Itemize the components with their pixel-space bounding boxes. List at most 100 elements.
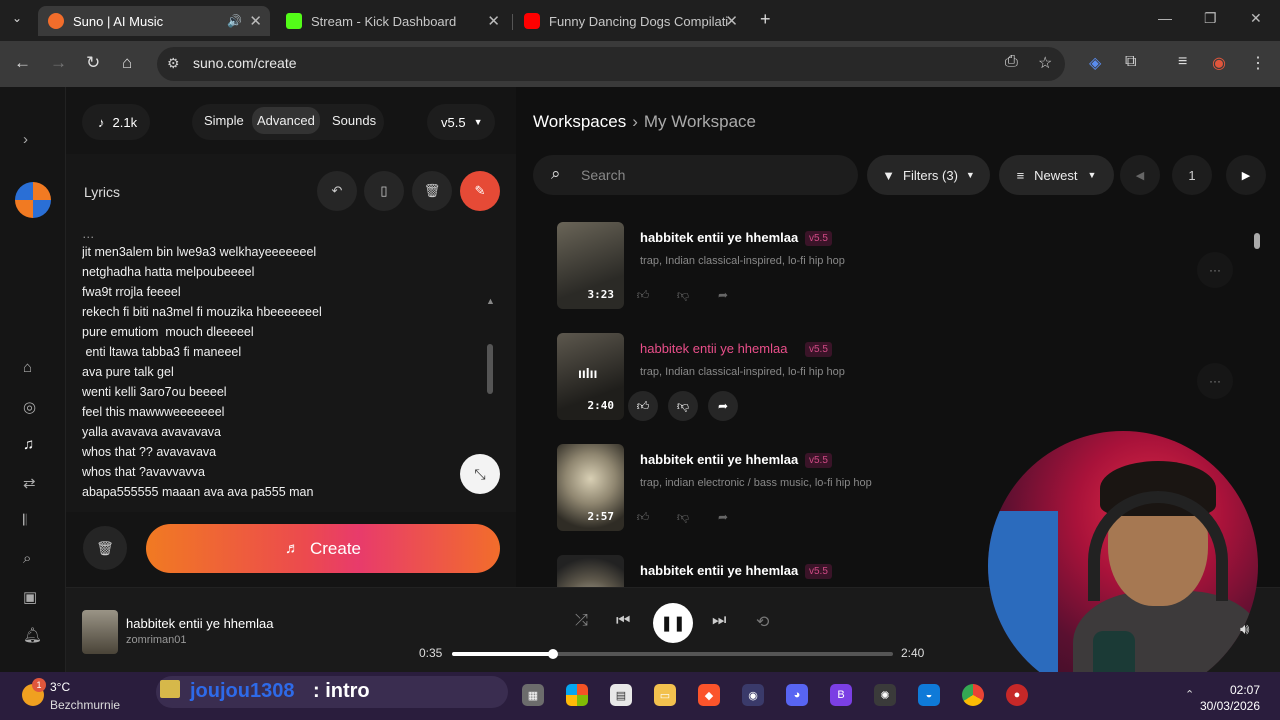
song-cover[interactable]: 2:57 (557, 444, 624, 531)
lyrics-textarea[interactable]: … jit men3alem bin lwe9a3 welkhayeeeeeee… (82, 234, 462, 499)
studio-nav-icon[interactable]: ⇄ (23, 474, 36, 492)
file-explorer-icon[interactable]: ▭ (654, 684, 676, 706)
tray-chevron-icon[interactable]: ⌃ (1185, 688, 1194, 701)
inbox-nav-icon[interactable]: ▣ (23, 588, 37, 606)
generate-lyrics-button[interactable]: ✎ (460, 171, 500, 211)
mode-advanced[interactable]: Advanced (252, 107, 320, 134)
back-icon[interactable]: ← (14, 53, 31, 73)
brave-icon[interactable]: ◆ (698, 684, 720, 706)
share-icon[interactable]: ➦ (708, 280, 738, 310)
lyrics-scrollbar[interactable] (487, 344, 493, 394)
minimize-icon[interactable]: — (1158, 10, 1172, 26)
extensions-puzzle-icon[interactable]: ⧉ (1125, 53, 1136, 71)
pause-button[interactable]: ❚❚ (653, 603, 693, 643)
now-playing-author[interactable]: zomriman01 (126, 634, 187, 646)
explore-nav-icon[interactable]: ◎ (23, 398, 36, 416)
chrome-icon[interactable] (962, 684, 984, 706)
address-bar[interactable]: ⚙ suno.com/create (157, 47, 1065, 81)
notifications-nav-icon[interactable]: 🔔︎ (23, 626, 42, 644)
song-cover[interactable]: ıılıı 2:40 (557, 333, 624, 420)
filters-button[interactable]: ▼ Filters (3) ▼ (867, 155, 990, 195)
user-avatar[interactable] (15, 182, 51, 218)
song-title[interactable]: habbitek entii ye hhemlaa (640, 452, 798, 467)
clear-all-button[interactable]: 🗑︎ (83, 526, 127, 570)
dislike-icon[interactable]: 👎︎ (668, 502, 698, 532)
save-lyrics-button[interactable]: ▯ (364, 171, 404, 211)
previous-track-icon[interactable]: ⏮︎ (616, 612, 630, 630)
microsoft-store-icon[interactable] (566, 684, 588, 706)
prev-page-button[interactable]: ◀ (1120, 155, 1160, 195)
share-icon[interactable]: ➦ (708, 502, 738, 532)
credits-pill[interactable]: ♪ 2.1k (82, 104, 150, 140)
like-icon[interactable]: 👍︎ (628, 280, 658, 310)
forward-icon[interactable]: → (50, 53, 67, 73)
discord-icon[interactable]: ◕ (786, 684, 808, 706)
breadcrumb-workspaces[interactable]: Workspaces (533, 112, 626, 131)
tab-youtube[interactable]: Funny Dancing Dogs Compilati ✕ (514, 6, 746, 36)
bookmark-star-icon[interactable]: ☆ (1038, 53, 1052, 73)
song-title[interactable]: habbitek entii ye hhemlaa (640, 563, 798, 578)
more-options-icon[interactable]: ··· (1197, 363, 1233, 399)
tab-kick[interactable]: Stream - Kick Dashboard ✕ (276, 6, 508, 36)
dislike-icon[interactable]: 👎︎ (668, 391, 698, 421)
song-row[interactable]: 3:23 habbitek entii ye hhemlaa v5.5 trap… (557, 222, 1233, 312)
progress-slider[interactable] (452, 649, 893, 659)
home-icon[interactable]: ⌂ (122, 53, 132, 73)
progress-handle[interactable] (548, 649, 559, 659)
song-title[interactable]: habbitek entii ye hhemlaa (640, 341, 787, 356)
system-clock[interactable]: 02:07 30/03/2026 (1200, 682, 1260, 714)
song-cover[interactable]: 3:23 (557, 222, 624, 309)
sort-button[interactable]: ≡ Newest ▼ (999, 155, 1114, 195)
song-cover[interactable] (557, 555, 624, 587)
install-app-icon[interactable]: ⎙ (1005, 53, 1018, 71)
media-control-icon[interactable]: ≡ (1178, 53, 1187, 71)
song-row-playing[interactable]: ıılıı 2:40 habbitek entii ye hhemlaa v5.… (557, 333, 1233, 423)
task-view-icon[interactable]: ▦ (522, 684, 544, 706)
browser-menu-icon[interactable]: ⋮ (1250, 53, 1266, 73)
mode-simple[interactable]: Simple (204, 113, 244, 128)
mode-sounds[interactable]: Sounds (332, 113, 376, 128)
restore-icon[interactable]: ❐ (1204, 10, 1217, 27)
dislike-icon[interactable]: 👎︎ (668, 280, 698, 310)
now-playing-cover[interactable] (82, 610, 118, 654)
profile-avatar-icon[interactable]: ◉ (1212, 53, 1226, 73)
close-tab-icon[interactable]: ✕ (725, 12, 738, 30)
clear-lyrics-button[interactable]: 🗑︎ (412, 171, 452, 211)
shuffle-icon[interactable]: ⤮ (575, 612, 588, 630)
now-playing-title[interactable]: habbitek entii ye hhemlaa (126, 616, 273, 631)
expand-lyrics-button[interactable]: ⤡ (460, 454, 500, 494)
close-window-icon[interactable]: ✕ (1250, 10, 1262, 27)
close-tab-icon[interactable]: ✕ (249, 12, 262, 30)
share-icon[interactable]: ➦ (708, 391, 738, 421)
expand-sidebar-icon[interactable]: › (23, 131, 28, 148)
audio-playing-icon[interactable]: 🔊 (227, 14, 242, 28)
recording-app-icon[interactable]: ● (1006, 684, 1028, 706)
apps-icon[interactable]: ▤ (610, 684, 632, 706)
openai-icon[interactable]: ✺ (874, 684, 896, 706)
like-icon[interactable]: 👍︎ (628, 502, 658, 532)
reload-icon[interactable]: ↻ (86, 53, 100, 73)
edge-icon[interactable]: ◒ (918, 684, 940, 706)
list-scrollbar[interactable] (1254, 233, 1260, 249)
create-nav-icon[interactable]: ♫ (23, 436, 34, 453)
create-button[interactable]: ♬ Create (146, 524, 500, 573)
version-select[interactable]: v5.5 ▼ (427, 104, 495, 140)
tab-suno[interactable]: Suno | AI Music 🔊 ✕ (38, 6, 270, 36)
library-nav-icon[interactable]: 𝄃 (23, 512, 26, 529)
like-icon[interactable]: 👍︎ (628, 391, 658, 421)
scroll-up-icon[interactable]: ▲ (486, 296, 495, 306)
site-info-icon[interactable]: ⚙ (167, 55, 180, 72)
new-tab-button[interactable]: + (760, 9, 771, 30)
home-nav-icon[interactable]: ⌂ (23, 359, 32, 376)
bootstrap-icon[interactable]: B (830, 684, 852, 706)
repeat-icon[interactable]: ⟲ (756, 612, 769, 632)
volume-icon[interactable]: 🔊︎ (1240, 621, 1249, 638)
obs-icon[interactable]: ◉ (742, 684, 764, 706)
next-track-icon[interactable]: ⏭︎ (712, 612, 726, 630)
next-page-button[interactable]: ▶ (1226, 155, 1266, 195)
search-input[interactable]: ⌕ Search (533, 155, 858, 195)
undo-button[interactable]: ↶ (317, 171, 357, 211)
search-nav-icon[interactable]: ⌕ (23, 550, 31, 567)
close-tab-icon[interactable]: ✕ (487, 12, 500, 30)
more-options-icon[interactable]: ··· (1197, 252, 1233, 288)
